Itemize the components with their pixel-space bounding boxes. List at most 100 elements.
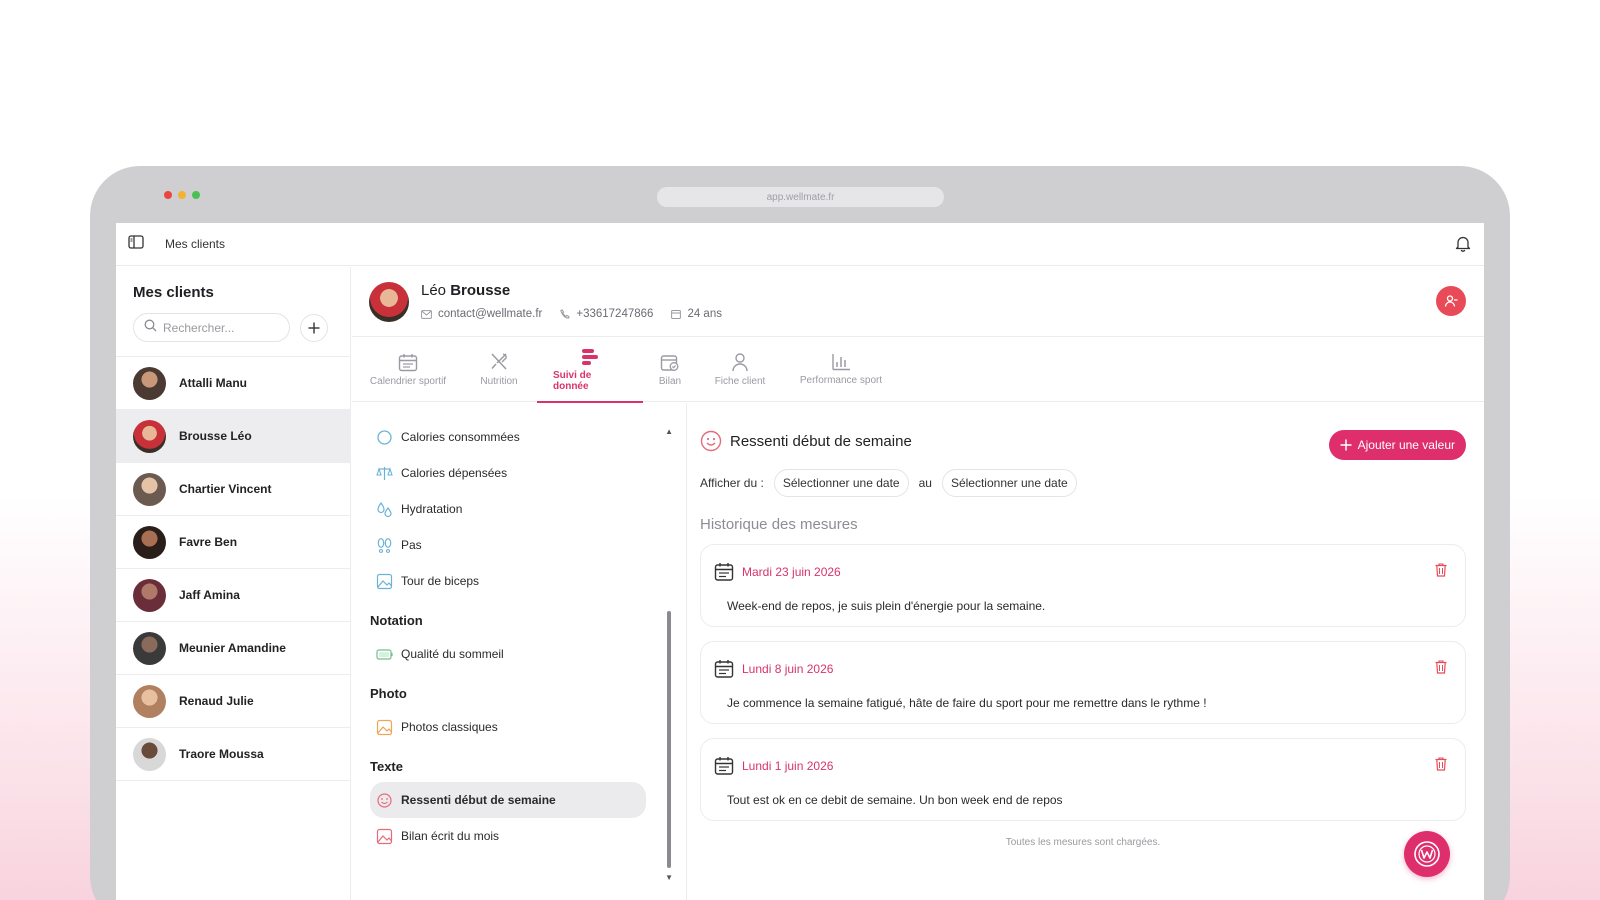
first-name: Léo bbox=[421, 282, 447, 299]
client-item[interactable]: Meunier Amandine bbox=[116, 622, 350, 675]
tab-label: Calendrier sportif bbox=[369, 375, 447, 387]
maximize-dot[interactable] bbox=[192, 191, 200, 199]
sidebar-toggle-icon[interactable] bbox=[128, 234, 144, 254]
metric-label: Bilan écrit du mois bbox=[401, 829, 500, 843]
date-to-picker[interactable]: Sélectionner une date bbox=[941, 469, 1077, 497]
client-item[interactable]: Jaff Amina bbox=[116, 569, 350, 622]
tab-nutrition[interactable]: Nutrition bbox=[474, 337, 524, 402]
phone-icon bbox=[560, 309, 571, 319]
metric-item[interactable]: Hydratation bbox=[370, 491, 646, 527]
address-bar[interactable]: app.wellmate.fr bbox=[657, 187, 944, 207]
avatar bbox=[133, 578, 166, 612]
tab-suivi-de-donnee[interactable]: Suivi de donnée bbox=[537, 337, 643, 403]
trash-icon[interactable] bbox=[1435, 660, 1447, 679]
bell-icon[interactable] bbox=[1455, 235, 1471, 257]
calendar-icon bbox=[398, 353, 418, 371]
report-icon bbox=[660, 354, 679, 371]
data-tracking-icon bbox=[582, 348, 598, 365]
tab-label: Performance sport bbox=[799, 375, 883, 386]
detail-title: Ressenti début de semaine bbox=[730, 432, 912, 450]
phone-text: +33617247866 bbox=[576, 308, 654, 320]
client-item[interactable]: Favre Ben bbox=[116, 516, 350, 569]
entry-date: Lundi 1 juin 2026 bbox=[742, 759, 834, 773]
metric-item[interactable]: Calories dépensées bbox=[370, 455, 646, 491]
metric-item[interactable]: Qualité du sommeil bbox=[370, 636, 646, 672]
tab-calendrier-sportif[interactable]: Calendrier sportif bbox=[367, 337, 449, 402]
avatar bbox=[133, 419, 166, 453]
smiley-icon bbox=[377, 792, 392, 808]
bar-chart-icon bbox=[832, 354, 850, 371]
utensils-icon bbox=[491, 353, 507, 370]
client-name: Brousse Léo bbox=[179, 429, 252, 443]
user-minus-icon bbox=[1444, 295, 1458, 307]
metric-item[interactable]: Calories consommées bbox=[370, 419, 646, 455]
tab-bilan[interactable]: Bilan bbox=[655, 337, 685, 402]
history-entry: Lundi 1 juin 2026 Tout est ok en ce debi… bbox=[700, 738, 1466, 821]
client-name: Traore Moussa bbox=[179, 747, 264, 761]
filter-label: Afficher du : bbox=[700, 476, 764, 490]
avatar bbox=[133, 684, 166, 718]
entry-text: Week-end de repos, je suis plein d'énerg… bbox=[727, 599, 1046, 613]
date-filter: Afficher du : Sélectionner une date au S… bbox=[700, 469, 1077, 497]
entry-text: Je commence la semaine fatigué, hâte de … bbox=[727, 696, 1207, 710]
close-dot[interactable] bbox=[164, 191, 172, 199]
top-bar: Mes clients bbox=[116, 223, 1484, 266]
metrics-section-title: Photo bbox=[370, 686, 407, 701]
client-item[interactable]: Attalli Manu bbox=[116, 357, 350, 410]
metric-item[interactable]: Tour de biceps bbox=[370, 563, 646, 599]
calendar-small-icon bbox=[671, 310, 682, 319]
trash-icon[interactable] bbox=[1435, 757, 1447, 776]
tab-fiche-client[interactable]: Fiche client bbox=[712, 337, 768, 402]
window-controls bbox=[164, 191, 200, 199]
photo-icon bbox=[376, 719, 393, 735]
client-action-button[interactable] bbox=[1436, 286, 1466, 316]
phone-info: +33617247866 bbox=[560, 308, 653, 320]
minimize-dot[interactable] bbox=[178, 191, 186, 199]
plus-icon bbox=[1340, 439, 1352, 451]
client-item[interactable]: Traore Moussa bbox=[116, 728, 350, 781]
metric-label: Pas bbox=[401, 538, 422, 552]
add-client-button[interactable] bbox=[300, 313, 328, 342]
tab-performance-sport[interactable]: Performance sport bbox=[796, 337, 886, 402]
breadcrumb: Mes clients bbox=[165, 237, 226, 251]
calendar-icon bbox=[714, 660, 734, 678]
search-input[interactable] bbox=[163, 320, 283, 335]
client-item[interactable]: Chartier Vincent bbox=[116, 463, 350, 516]
metric-item-active[interactable]: Ressenti début de semaine bbox=[370, 782, 646, 818]
wellmate-logo-icon bbox=[1414, 841, 1440, 867]
client-item[interactable]: Renaud Julie bbox=[116, 675, 350, 728]
email-text: contact@wellmate.fr bbox=[438, 308, 543, 320]
metric-label: Calories consommées bbox=[401, 430, 520, 444]
client-name: Meunier Amandine bbox=[179, 641, 286, 655]
scrollbar-thumb[interactable] bbox=[667, 611, 671, 868]
metric-item[interactable]: Pas bbox=[370, 527, 646, 563]
add-value-button[interactable]: Ajouter une valeur bbox=[1328, 430, 1466, 460]
image-icon bbox=[376, 828, 393, 844]
sidebar-title: Mes clients bbox=[133, 284, 214, 301]
entry-date: Lundi 8 juin 2026 bbox=[742, 662, 834, 676]
metric-label: Photos classiques bbox=[401, 720, 498, 734]
smiley-icon bbox=[700, 430, 722, 452]
search-box[interactable] bbox=[133, 313, 290, 342]
metric-item[interactable]: Bilan écrit du mois bbox=[370, 818, 646, 854]
avatar bbox=[133, 472, 166, 506]
scroll-down-arrow[interactable]: ▼ bbox=[665, 873, 673, 882]
assistant-fab[interactable] bbox=[1404, 831, 1450, 877]
avatar bbox=[133, 525, 166, 559]
entry-text: Tout est ok en ce debit de semaine. Un b… bbox=[727, 793, 1063, 807]
client-profile-header: Léo Brousse contact@wellmate.fr +3361724… bbox=[352, 267, 1484, 337]
app-screen: Mes clients Mes clients Attalli M bbox=[116, 223, 1484, 900]
avatar bbox=[133, 737, 166, 771]
all-loaded-note: Toutes les mesures sont chargées. bbox=[1005, 837, 1161, 848]
avatar bbox=[133, 631, 166, 665]
tab-label: Nutrition bbox=[480, 376, 518, 387]
client-item-active[interactable]: Brousse Léo bbox=[116, 410, 350, 463]
clients-sidebar: Mes clients Attalli Manu Brousse Léo Cha… bbox=[116, 267, 351, 900]
tab-bar: Calendrier sportif Nutrition Suivi de do… bbox=[352, 337, 1484, 403]
scroll-up-arrow[interactable]: ▲ bbox=[665, 427, 673, 436]
metrics-list: Calories consommées Calories dépensées H… bbox=[352, 403, 687, 900]
date-from-picker[interactable]: Sélectionner une date bbox=[773, 469, 909, 497]
user-icon bbox=[732, 353, 748, 372]
metric-item[interactable]: Photos classiques bbox=[370, 709, 646, 745]
trash-icon[interactable] bbox=[1435, 563, 1447, 582]
